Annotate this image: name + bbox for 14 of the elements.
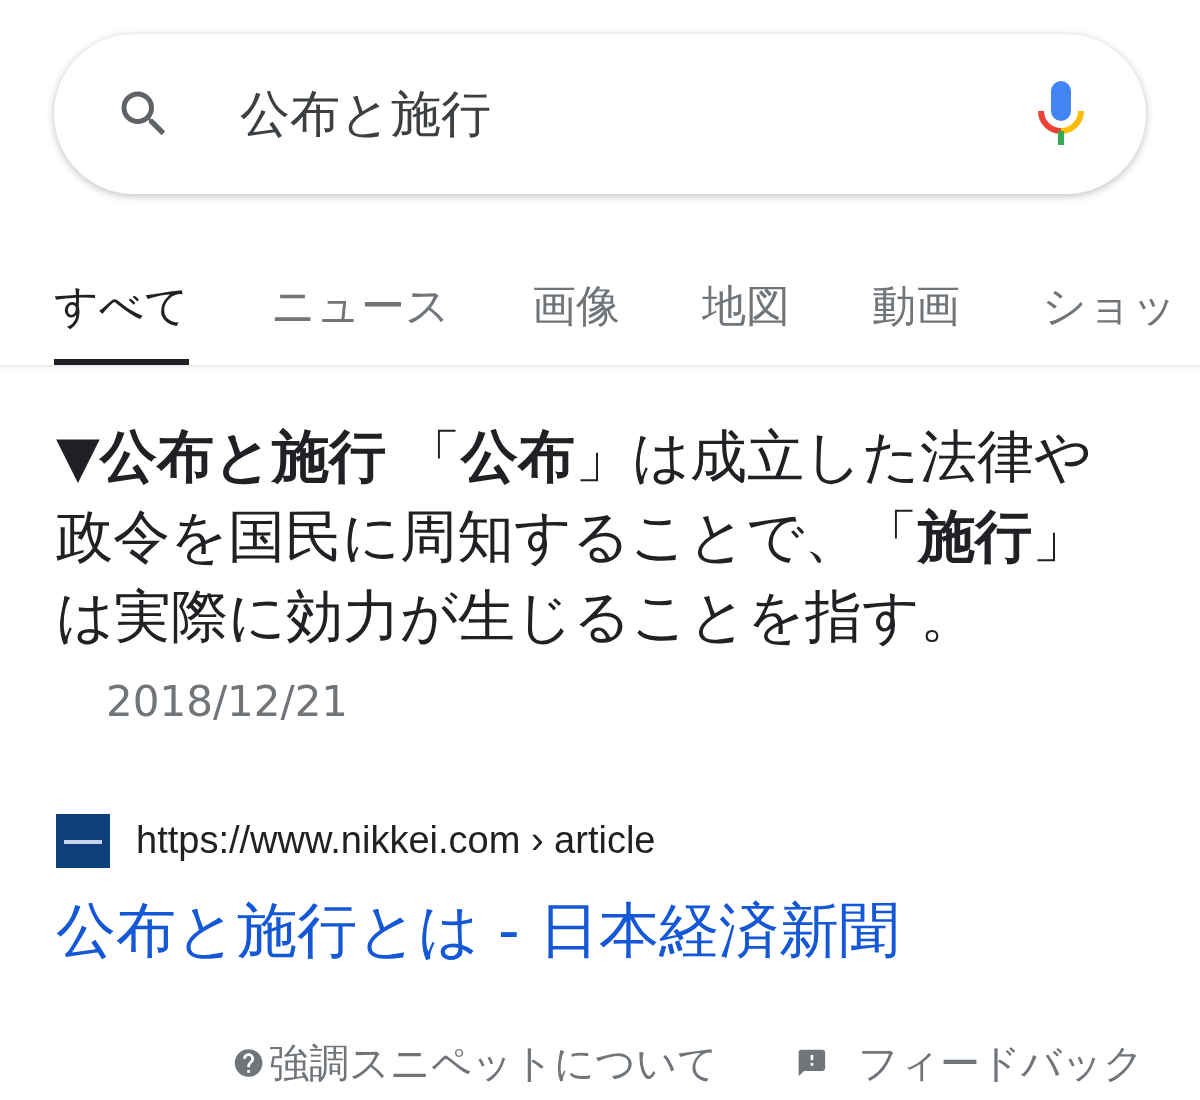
snippet-text: ▼公布と施行 「公布」は成立した法律や政令を国民に周知することで、「施行」は実際に効力が生じることを指す。 2018/12/21 bbox=[56, 422, 1093, 728]
result-title-link[interactable]: 公布と施行とは - 日本経済新聞 bbox=[56, 885, 1144, 975]
tab[interactable]: 地図 bbox=[702, 273, 790, 365]
tab[interactable]: ショッ bbox=[1042, 273, 1177, 365]
tab[interactable]: すべて bbox=[54, 273, 189, 365]
search-query[interactable]: 公布と施行 bbox=[240, 76, 1036, 152]
result-url: https://www.nikkei.com › article bbox=[136, 818, 656, 863]
search-bar[interactable]: 公布と施行 bbox=[54, 34, 1146, 194]
tab[interactable]: 動画 bbox=[872, 273, 960, 365]
about-snippets-link[interactable]: 強調スニペットについて bbox=[269, 1033, 719, 1093]
tab[interactable]: 画像 bbox=[532, 273, 620, 365]
site-logo-icon bbox=[56, 813, 110, 868]
tab[interactable]: ニュース bbox=[271, 273, 450, 365]
feedback-link[interactable]: フィードバック bbox=[858, 1033, 1144, 1093]
